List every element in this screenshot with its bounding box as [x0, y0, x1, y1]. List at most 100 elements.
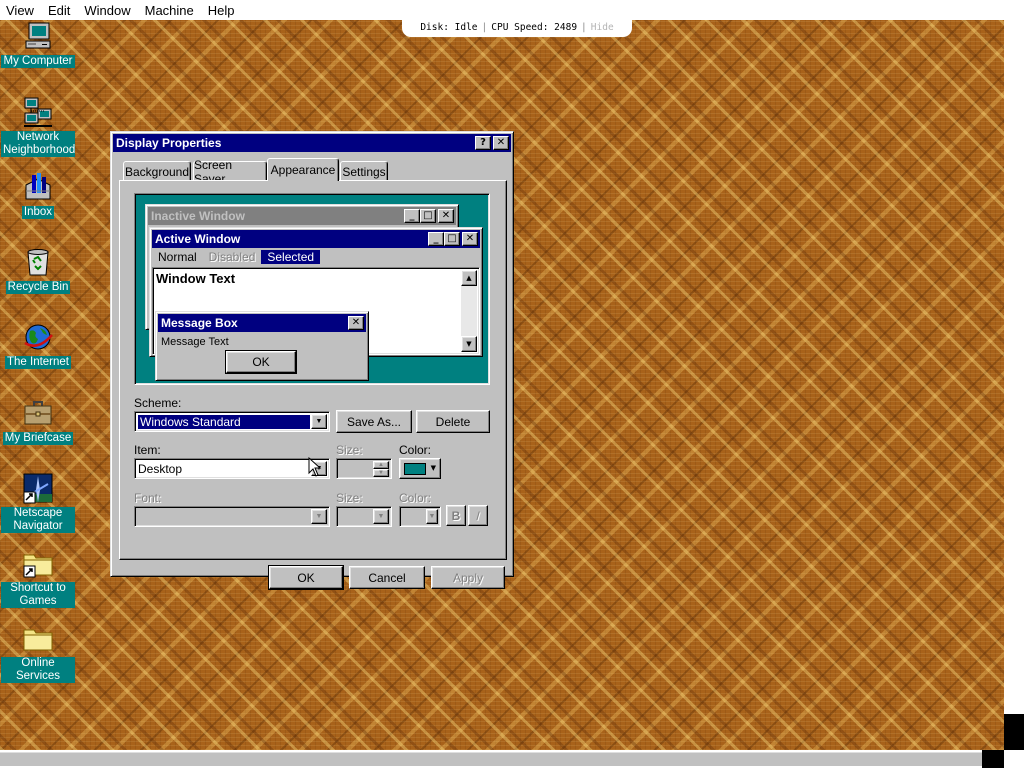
preview-inactive-title: Inactive Window — [151, 209, 245, 223]
menu-machine[interactable]: Machine — [139, 3, 202, 18]
scheme-select[interactable]: Windows Standard ▼ — [134, 411, 330, 432]
briefcase-icon — [22, 397, 54, 429]
desktop-icon-label: Recycle Bin — [5, 281, 71, 294]
font-color-select[interactable]: ▼ — [399, 506, 441, 527]
chevron-down-icon: ▼ — [430, 464, 436, 472]
font-color-label: Color: — [399, 491, 432, 505]
menu-view[interactable]: View — [0, 3, 42, 18]
font-size-select[interactable]: ▼ — [336, 506, 392, 527]
display-properties-dialog: Display Properties ? ✕ Background Screen… — [110, 131, 514, 590]
horizontal-scrollbar[interactable] — [0, 752, 982, 766]
preview-msgbox-ok: OK — [225, 350, 297, 374]
desktop-icon-label: Netscape Navigator — [1, 507, 75, 533]
menu-window[interactable]: Window — [78, 3, 138, 18]
save-as-button[interactable]: Save As... — [336, 410, 412, 433]
desktop-icon-label: The Internet — [4, 356, 71, 369]
color-picker-button[interactable]: ▼ — [399, 458, 441, 479]
preview-msgbox-text: Message Text — [161, 336, 229, 348]
inbox-icon — [22, 171, 54, 203]
chevron-down-icon[interactable]: ▼ — [426, 509, 438, 524]
desktop-icon-the-internet[interactable]: The Internet — [1, 321, 75, 369]
mouse-cursor-icon — [308, 457, 322, 477]
maximize-icon: □ — [444, 232, 460, 246]
preview-scrollbar: ▲ ▼ — [461, 270, 477, 352]
status-separator: | — [481, 21, 488, 33]
minimize-icon: _ — [404, 209, 420, 223]
desktop-icon-inbox[interactable]: Inbox — [1, 171, 75, 219]
desktop-icon-label: Online Services — [1, 657, 75, 683]
desktop[interactable]: My Computer Network Neighborhood Inbox R… — [0, 20, 1004, 750]
desktop-icon-my-computer[interactable]: My Computer — [1, 20, 75, 68]
scroll-down-icon: ▼ — [461, 336, 477, 352]
delete-button[interactable]: Delete — [416, 410, 490, 433]
item-select[interactable]: Desktop ▼ — [134, 458, 330, 479]
internet-icon — [22, 321, 54, 353]
dialog-titlebar[interactable]: Display Properties ? ✕ — [113, 134, 511, 152]
maximize-icon: □ — [420, 209, 436, 223]
font-size-label: Size: — [336, 491, 363, 505]
desktop-icon-label: Inbox — [21, 206, 55, 219]
ok-button[interactable]: OK — [268, 565, 344, 590]
scroll-up-icon: ▲ — [461, 270, 477, 286]
right-margin — [1004, 20, 1024, 768]
preview-menu-bar: Normal Disabled Selected — [152, 248, 321, 265]
close-icon: ✕ — [462, 232, 478, 246]
close-button[interactable]: ✕ — [493, 136, 509, 150]
scheme-value: Windows Standard — [137, 413, 311, 430]
item-label: Item: — [134, 443, 161, 457]
appearance-preview[interactable]: Inactive Window _ □ ✕ Active Window _ □ … — [134, 193, 490, 385]
scheme-label: Scheme: — [134, 396, 182, 410]
preview-active-title: Active Window — [155, 232, 241, 246]
preview-menu-selected: Selected — [261, 249, 321, 264]
tab-screen-saver[interactable]: Screen Saver — [193, 158, 267, 186]
desktop-icon-my-briefcase[interactable]: My Briefcase — [1, 397, 75, 445]
desktop-icon-shortcut-to-games[interactable]: Shortcut to Games — [1, 547, 75, 608]
preview-message-box: Message Box ✕ Message Text OK — [155, 311, 369, 381]
netscape-icon — [22, 472, 54, 504]
recycle-bin-icon — [22, 246, 54, 278]
desktop-icon-label: Network Neighborhood — [1, 131, 76, 157]
tab-settings[interactable]: Settings — [340, 161, 388, 181]
cancel-button[interactable]: Cancel — [349, 566, 425, 589]
preview-msgbox-title: Message Box — [161, 316, 238, 330]
desktop-icon-online-services[interactable]: Online Services — [1, 622, 75, 683]
minimize-icon: _ — [428, 232, 444, 246]
tab-background[interactable]: Background — [123, 161, 191, 181]
chevron-down-icon[interactable]: ▼ — [373, 509, 389, 524]
italic-button[interactable]: / — [468, 505, 488, 526]
tab-label: Settings — [342, 164, 386, 179]
desktop-icon-recycle-bin[interactable]: Recycle Bin — [1, 246, 75, 294]
help-button[interactable]: ? — [475, 136, 491, 150]
preview-inactive-titlebar: Inactive Window _ □ ✕ — [148, 207, 456, 225]
preview-menu-disabled: Disabled — [208, 249, 256, 264]
help-icon: ? — [480, 137, 486, 148]
desktop-icon-label: My Computer — [1, 55, 75, 68]
desktop-icon-network-neighborhood[interactable]: Network Neighborhood — [1, 96, 75, 157]
font-select[interactable]: ▼ — [134, 506, 330, 527]
bold-button[interactable]: B — [446, 505, 466, 526]
menu-help[interactable]: Help — [202, 3, 243, 18]
disk-status: Disk: Idle — [420, 21, 478, 33]
spin-down-icon[interactable]: ▼ — [373, 469, 389, 477]
size-label: Size: — [336, 443, 363, 457]
chevron-down-icon[interactable]: ▼ — [311, 414, 327, 429]
preview-menu-normal: Normal — [158, 249, 197, 264]
chevron-down-icon[interactable]: ▼ — [311, 509, 327, 524]
apply-button[interactable]: Apply — [431, 566, 505, 589]
desktop-icon-label: Shortcut to Games — [1, 582, 75, 608]
desktop-icon-netscape-navigator[interactable]: Netscape Navigator — [1, 472, 75, 533]
spin-up-icon[interactable]: ▲ — [373, 461, 389, 469]
dialog-title: Display Properties — [116, 136, 222, 150]
menu-edit[interactable]: Edit — [42, 3, 78, 18]
size-spinner[interactable]: ▲ ▼ — [336, 458, 392, 479]
my-computer-icon — [22, 20, 54, 52]
tab-appearance[interactable]: Appearance — [267, 158, 339, 181]
network-neighborhood-icon — [22, 96, 54, 128]
hide-status-button[interactable]: Hide — [591, 22, 614, 33]
desktop-icon-label: My Briefcase — [2, 432, 74, 445]
preview-window-text: Window Text — [156, 271, 236, 286]
item-value: Desktop — [138, 461, 183, 476]
preview-msgbox-titlebar: Message Box ✕ — [158, 314, 366, 332]
close-icon: ✕ — [348, 316, 364, 330]
scroll-corner-bottom — [982, 750, 1004, 768]
